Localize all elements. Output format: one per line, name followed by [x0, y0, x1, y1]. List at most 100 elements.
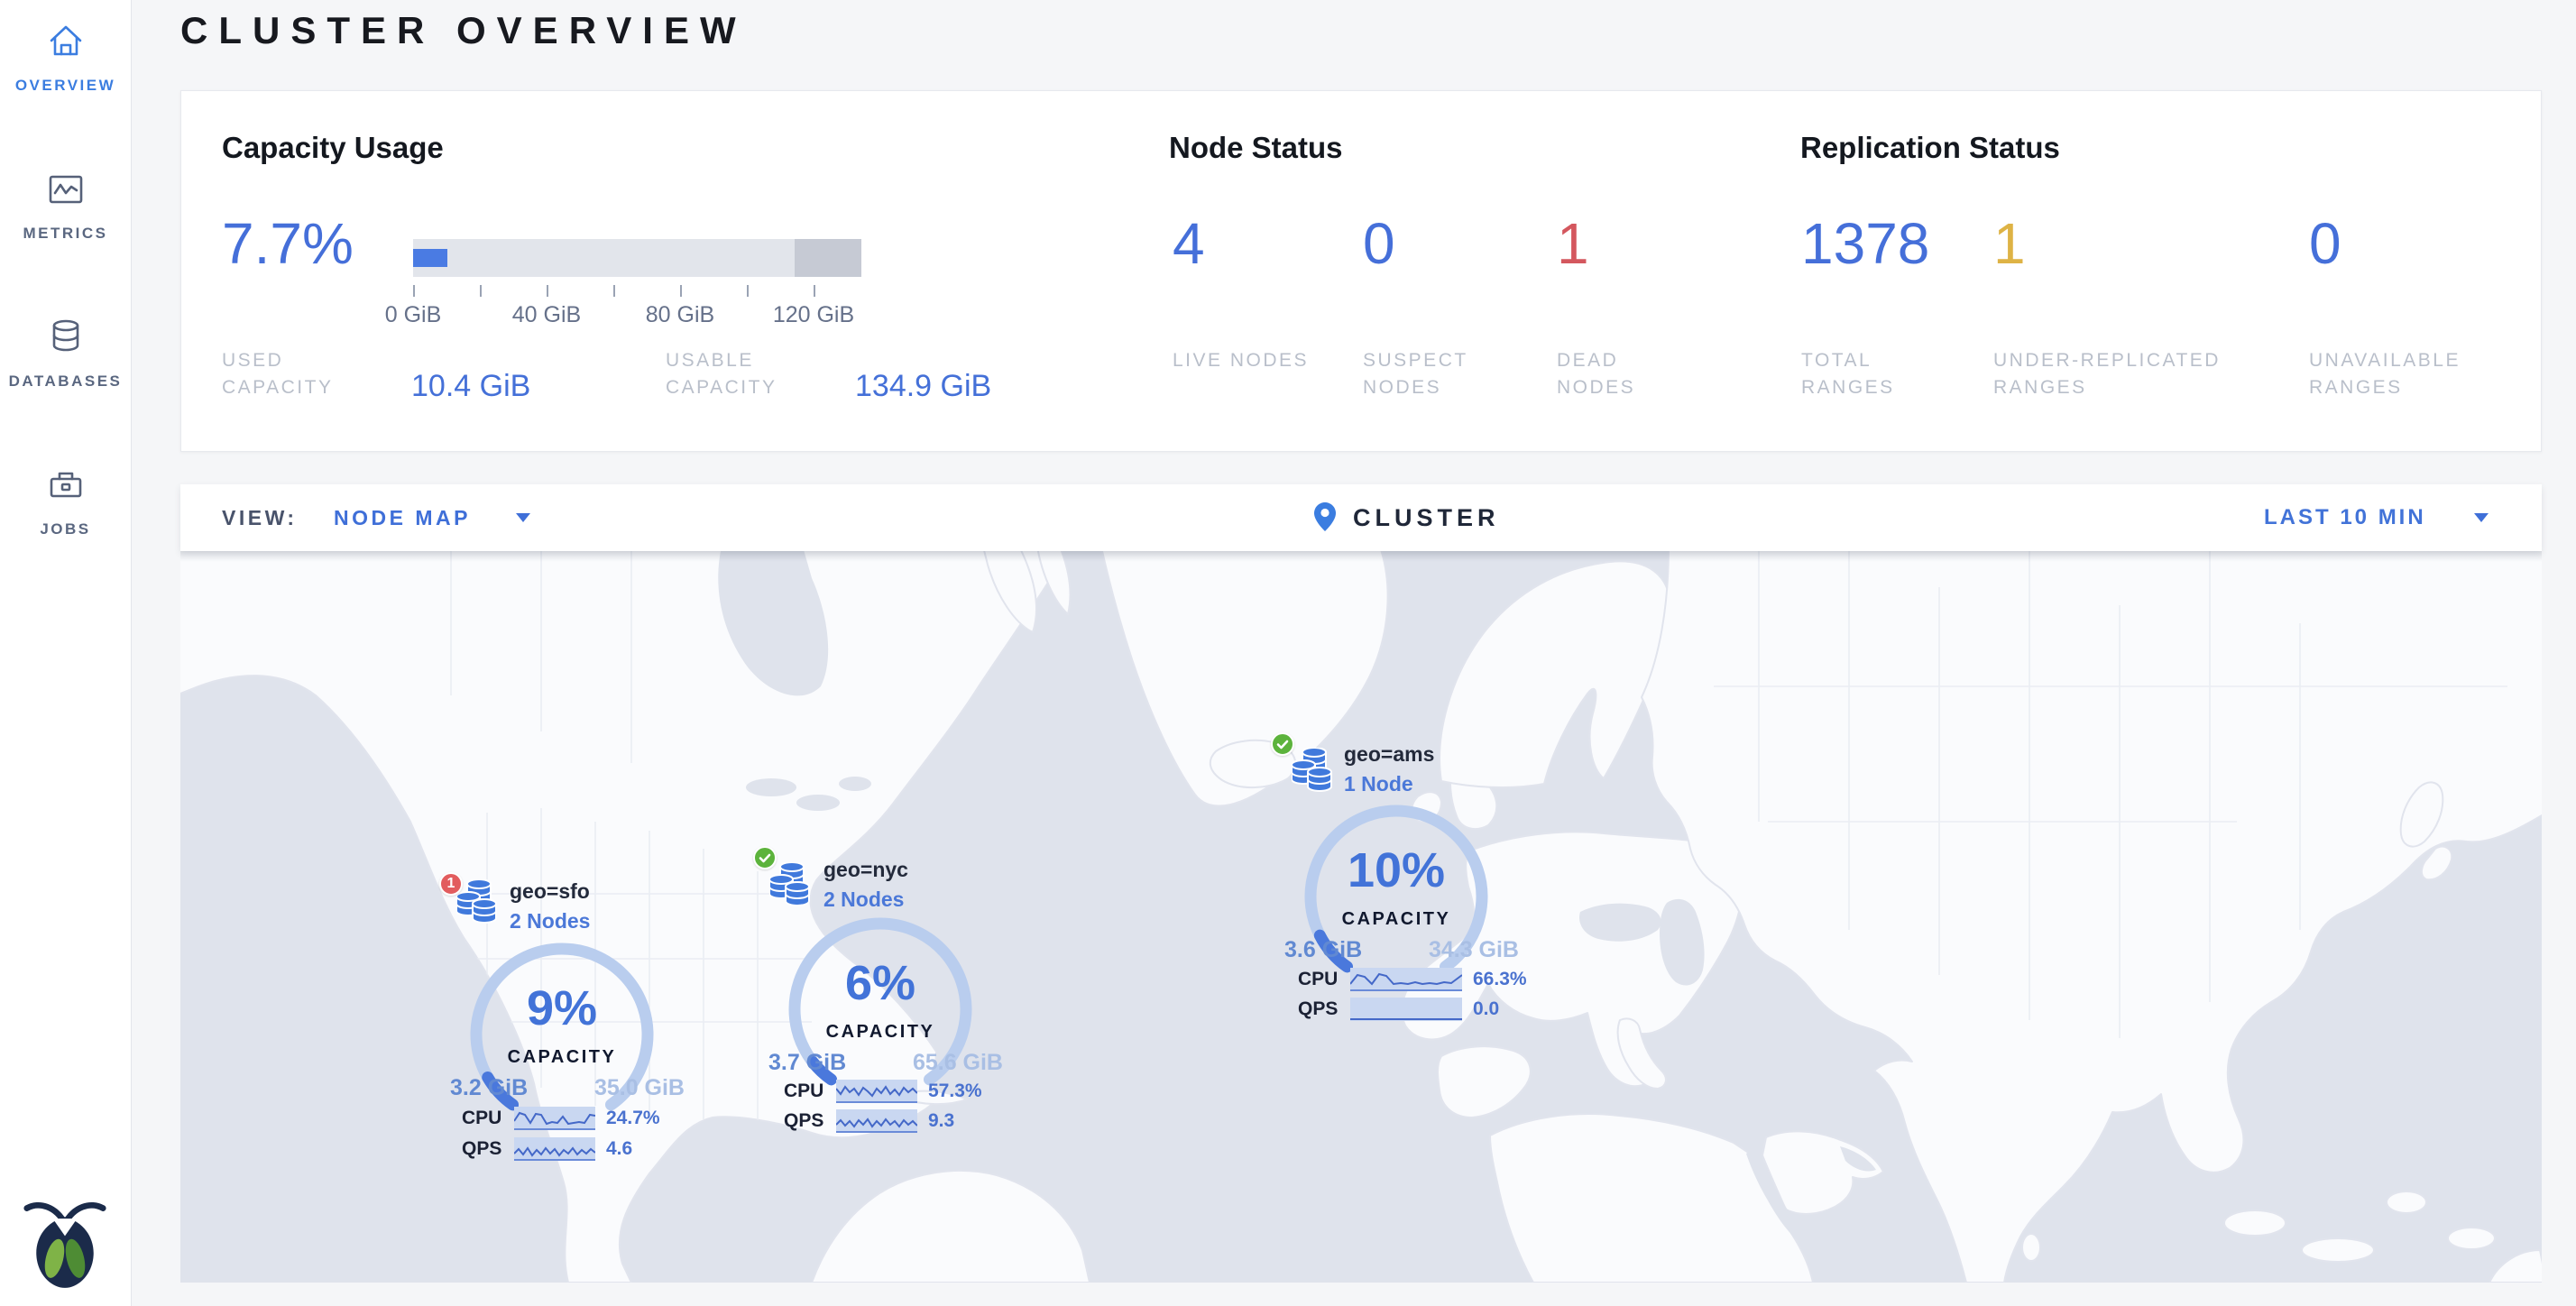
- locality-name: geo=ams: [1344, 742, 1434, 767]
- capacity-caption: CAPACITY: [463, 1047, 661, 1068]
- capacity-used-value: 3.2 GiB: [450, 1075, 528, 1101]
- node-status-title: Node Status: [1169, 131, 1343, 165]
- qps-value: 9.3: [928, 1110, 954, 1132]
- capacity-used-value: 3.7 GiB: [768, 1050, 846, 1076]
- sidebar: OVERVIEW METRICS DATABASES JOBS: [0, 0, 132, 1306]
- qps-row: QPS 9.3: [784, 1109, 954, 1133]
- qps-row: QPS 4.6: [462, 1137, 632, 1161]
- sidebar-item-label: METRICS: [0, 225, 131, 243]
- view-selector-dropdown[interactable]: NODE MAP: [334, 484, 471, 551]
- axis-tick-label: 80 GiB: [646, 302, 714, 328]
- total-ranges-label: TOTAL RANGES: [1801, 347, 1964, 402]
- capacity-usage-title: Capacity Usage: [222, 131, 444, 165]
- cpu-label: CPU: [784, 1081, 825, 1102]
- usable-capacity-label: USABLE CAPACITY: [666, 347, 846, 402]
- capacity-used-value: 3.6 GiB: [1284, 937, 1362, 963]
- used-capacity-value: 10.4 GiB: [411, 369, 530, 404]
- database-icon: [44, 316, 87, 359]
- cluster-summary-card: Capacity Usage 7.7% 0 GiB 40 GiB 80 GiB …: [180, 90, 2542, 452]
- qps-sparkline: [514, 1137, 595, 1161]
- locality-marker-nyc[interactable]: geo=nyc 2 Nodes 6% CAPACITY 3.7 GiB 65.6…: [754, 847, 1043, 1158]
- map-toolbar: VIEW: NODE MAP CLUSTER LAST 10 MIN: [180, 484, 2542, 551]
- capacity-total-value: 34.3 GiB: [1429, 937, 1519, 963]
- qps-value: 0.0: [1473, 998, 1499, 1020]
- locality-marker-ams[interactable]: geo=ams 1 Node 10% CAPACITY 3.6 GiB 34.3…: [1270, 731, 1559, 1043]
- live-nodes-count: 4: [1173, 212, 1205, 275]
- axis-tick-label: 0 GiB: [385, 302, 442, 328]
- dead-nodes-label: DEAD NODES: [1557, 347, 1701, 402]
- capacity-bar-track: [413, 239, 861, 277]
- cpu-label: CPU: [1298, 969, 1339, 990]
- sidebar-item-jobs[interactable]: JOBS: [0, 464, 131, 538]
- capacity-bar-axis-labels: 0 GiB 40 GiB 80 GiB 120 GiB: [413, 302, 864, 329]
- cpu-value: 24.7%: [606, 1108, 660, 1129]
- time-range-dropdown[interactable]: LAST 10 MIN: [2264, 484, 2426, 551]
- capacity-percent: 10%: [1297, 842, 1495, 898]
- locality-node-count: 2 Nodes: [510, 909, 590, 934]
- used-capacity-label: USED CAPACITY: [222, 347, 393, 402]
- cpu-sparkline: [514, 1107, 595, 1130]
- cluster-overview-page: OVERVIEW METRICS DATABASES JOBS: [0, 0, 2576, 1306]
- locality-name: geo=sfo: [510, 879, 590, 904]
- view-label: VIEW:: [222, 484, 298, 551]
- qps-label: QPS: [462, 1138, 503, 1160]
- qps-value: 4.6: [606, 1138, 632, 1160]
- cpu-sparkline: [1350, 968, 1462, 991]
- qps-row: QPS 0.0: [1298, 998, 1499, 1021]
- sidebar-item-overview[interactable]: OVERVIEW: [0, 20, 131, 95]
- axis-tick-label: 40 GiB: [512, 302, 581, 328]
- capacity-total-value: 35.0 GiB: [594, 1075, 685, 1101]
- sidebar-item-databases[interactable]: DATABASES: [0, 316, 131, 391]
- node-map: 1 geo=sfo 2 Nodes 9% CAPACITY 3.2 GiB: [180, 551, 2542, 1283]
- live-nodes-label: LIVE NODES: [1173, 347, 1317, 374]
- cpu-row: CPU 24.7%: [462, 1107, 660, 1130]
- usable-capacity-value: 134.9 GiB: [855, 369, 991, 404]
- sidebar-item-label: JOBS: [0, 520, 131, 538]
- qps-label: QPS: [1298, 998, 1339, 1020]
- sidebar-item-label: OVERVIEW: [0, 77, 131, 95]
- page-title: CLUSTER OVERVIEW: [180, 9, 747, 52]
- unavailable-ranges-count: 0: [2309, 212, 2341, 275]
- map-top-shadow: [180, 551, 2542, 562]
- capacity-used-percent: 7.7%: [222, 212, 354, 275]
- sidebar-item-metrics[interactable]: METRICS: [0, 168, 131, 243]
- chevron-down-icon[interactable]: [516, 513, 530, 522]
- capacity-bar-reserved-segment: [795, 239, 861, 277]
- capacity-caption: CAPACITY: [781, 1022, 980, 1043]
- capacity-bar-used-segment: [413, 249, 447, 267]
- under-replicated-ranges-label: UNDER-REPLICATED RANGES: [1993, 347, 2300, 402]
- capacity-total-value: 65.6 GiB: [913, 1050, 1003, 1076]
- total-ranges-count: 1378: [1801, 212, 1929, 275]
- cpu-label: CPU: [462, 1108, 503, 1129]
- healthy-check-icon: [1271, 732, 1294, 756]
- home-icon: [44, 20, 87, 63]
- chevron-down-icon[interactable]: [2474, 513, 2489, 522]
- database-stack-icon: [456, 879, 500, 928]
- sidebar-item-label: DATABASES: [0, 372, 131, 391]
- database-stack-icon: [769, 862, 813, 911]
- capacity-gauge: 6% CAPACITY 3.7 GiB 65.6 GiB: [781, 910, 980, 1108]
- capacity-percent: 9%: [463, 980, 661, 1036]
- metrics-chart-icon: [44, 168, 87, 211]
- briefcase-icon: [44, 464, 87, 507]
- locality-marker-sfo[interactable]: 1 geo=sfo 2 Nodes 9% CAPACITY 3.2 GiB: [440, 869, 729, 1180]
- location-pin-icon: [1313, 501, 1337, 533]
- database-stack-icon: [1292, 748, 1335, 796]
- qps-sparkline: [836, 1109, 917, 1133]
- capacity-gauge: 10% CAPACITY 3.6 GiB 34.3 GiB: [1297, 797, 1495, 996]
- replication-status-title: Replication Status: [1800, 131, 2060, 165]
- unavailable-ranges-label: UNAVAILABLE RANGES: [2309, 347, 2525, 402]
- suspect-nodes-label: SUSPECT NODES: [1363, 347, 1507, 402]
- capacity-caption: CAPACITY: [1297, 909, 1495, 930]
- locality-name: geo=nyc: [823, 858, 908, 882]
- dead-node-badge: 1: [439, 872, 463, 896]
- capacity-bar: 0 GiB 40 GiB 80 GiB 120 GiB: [413, 239, 864, 329]
- breadcrumb-cluster[interactable]: CLUSTER: [1353, 484, 1500, 551]
- cpu-value: 66.3%: [1473, 969, 1527, 990]
- capacity-gauge: 9% CAPACITY 3.2 GiB 35.0 GiB: [463, 935, 661, 1134]
- capacity-percent: 6%: [781, 955, 980, 1011]
- locality-node-count: 2 Nodes: [823, 888, 904, 912]
- cpu-sparkline: [836, 1080, 917, 1103]
- qps-label: QPS: [784, 1110, 825, 1132]
- cpu-row: CPU 57.3%: [784, 1080, 982, 1103]
